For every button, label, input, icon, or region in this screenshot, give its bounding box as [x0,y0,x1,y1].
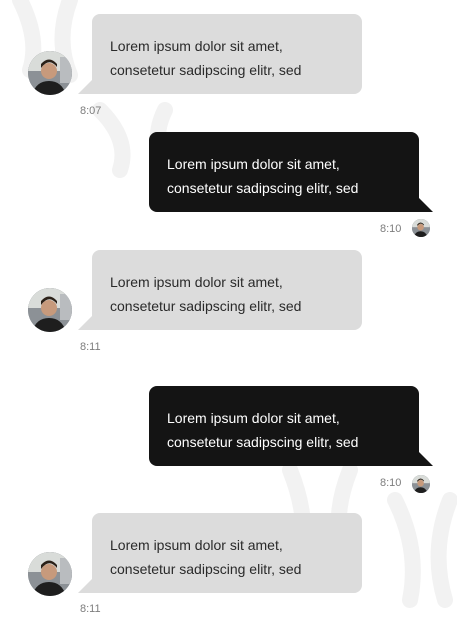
avatar-photo-icon [412,219,430,237]
own-avatar[interactable] [412,475,430,493]
message-bubble[interactable]: Lorem ipsum dolor sit amet, consetetur s… [92,14,362,94]
message-timestamp: 8:10 [380,223,402,235]
bubble-tail [78,579,92,593]
bubble-tail [419,452,433,466]
message-text-line: Lorem ipsum dolor sit amet, [167,156,340,172]
sender-avatar[interactable] [28,552,72,596]
message-text-line: consetetur sadipscing elitr, sed [110,561,302,577]
sender-avatar[interactable] [28,51,72,95]
avatar-photo-icon [412,475,430,493]
message-timestamp: 8:10 [380,477,402,489]
message-bubble[interactable]: Lorem ipsum dolor sit amet, consetetur s… [92,513,362,593]
message-bubble[interactable]: Lorem ipsum dolor sit amet, consetetur s… [149,132,419,212]
message-text-line: consetetur sadipscing elitr, sed [110,62,302,78]
avatar-photo-icon [28,51,72,95]
own-avatar[interactable] [412,219,430,237]
message-timestamp: 8:11 [80,341,101,353]
message-bubble[interactable]: Lorem ipsum dolor sit amet, consetetur s… [92,250,362,330]
message-text-line: consetetur sadipscing elitr, sed [110,298,302,314]
avatar-photo-icon [28,552,72,596]
sender-avatar[interactable] [28,288,72,332]
message-timestamp: 8:07 [80,105,102,117]
message-text-line: consetetur sadipscing elitr, sed [167,434,359,450]
message-bubble[interactable]: Lorem ipsum dolor sit amet, consetetur s… [149,386,419,466]
message-text-line: consetetur sadipscing elitr, sed [167,180,359,196]
bubble-tail [78,80,92,94]
message-text-line: Lorem ipsum dolor sit amet, [110,38,283,54]
message-text-line: Lorem ipsum dolor sit amet, [110,274,283,290]
avatar-photo-icon [28,288,72,332]
message-timestamp: 8:11 [80,603,101,615]
message-text-line: Lorem ipsum dolor sit amet, [167,410,340,426]
bubble-tail [419,198,433,212]
bubble-tail [78,316,92,330]
message-text-line: Lorem ipsum dolor sit amet, [110,537,283,553]
